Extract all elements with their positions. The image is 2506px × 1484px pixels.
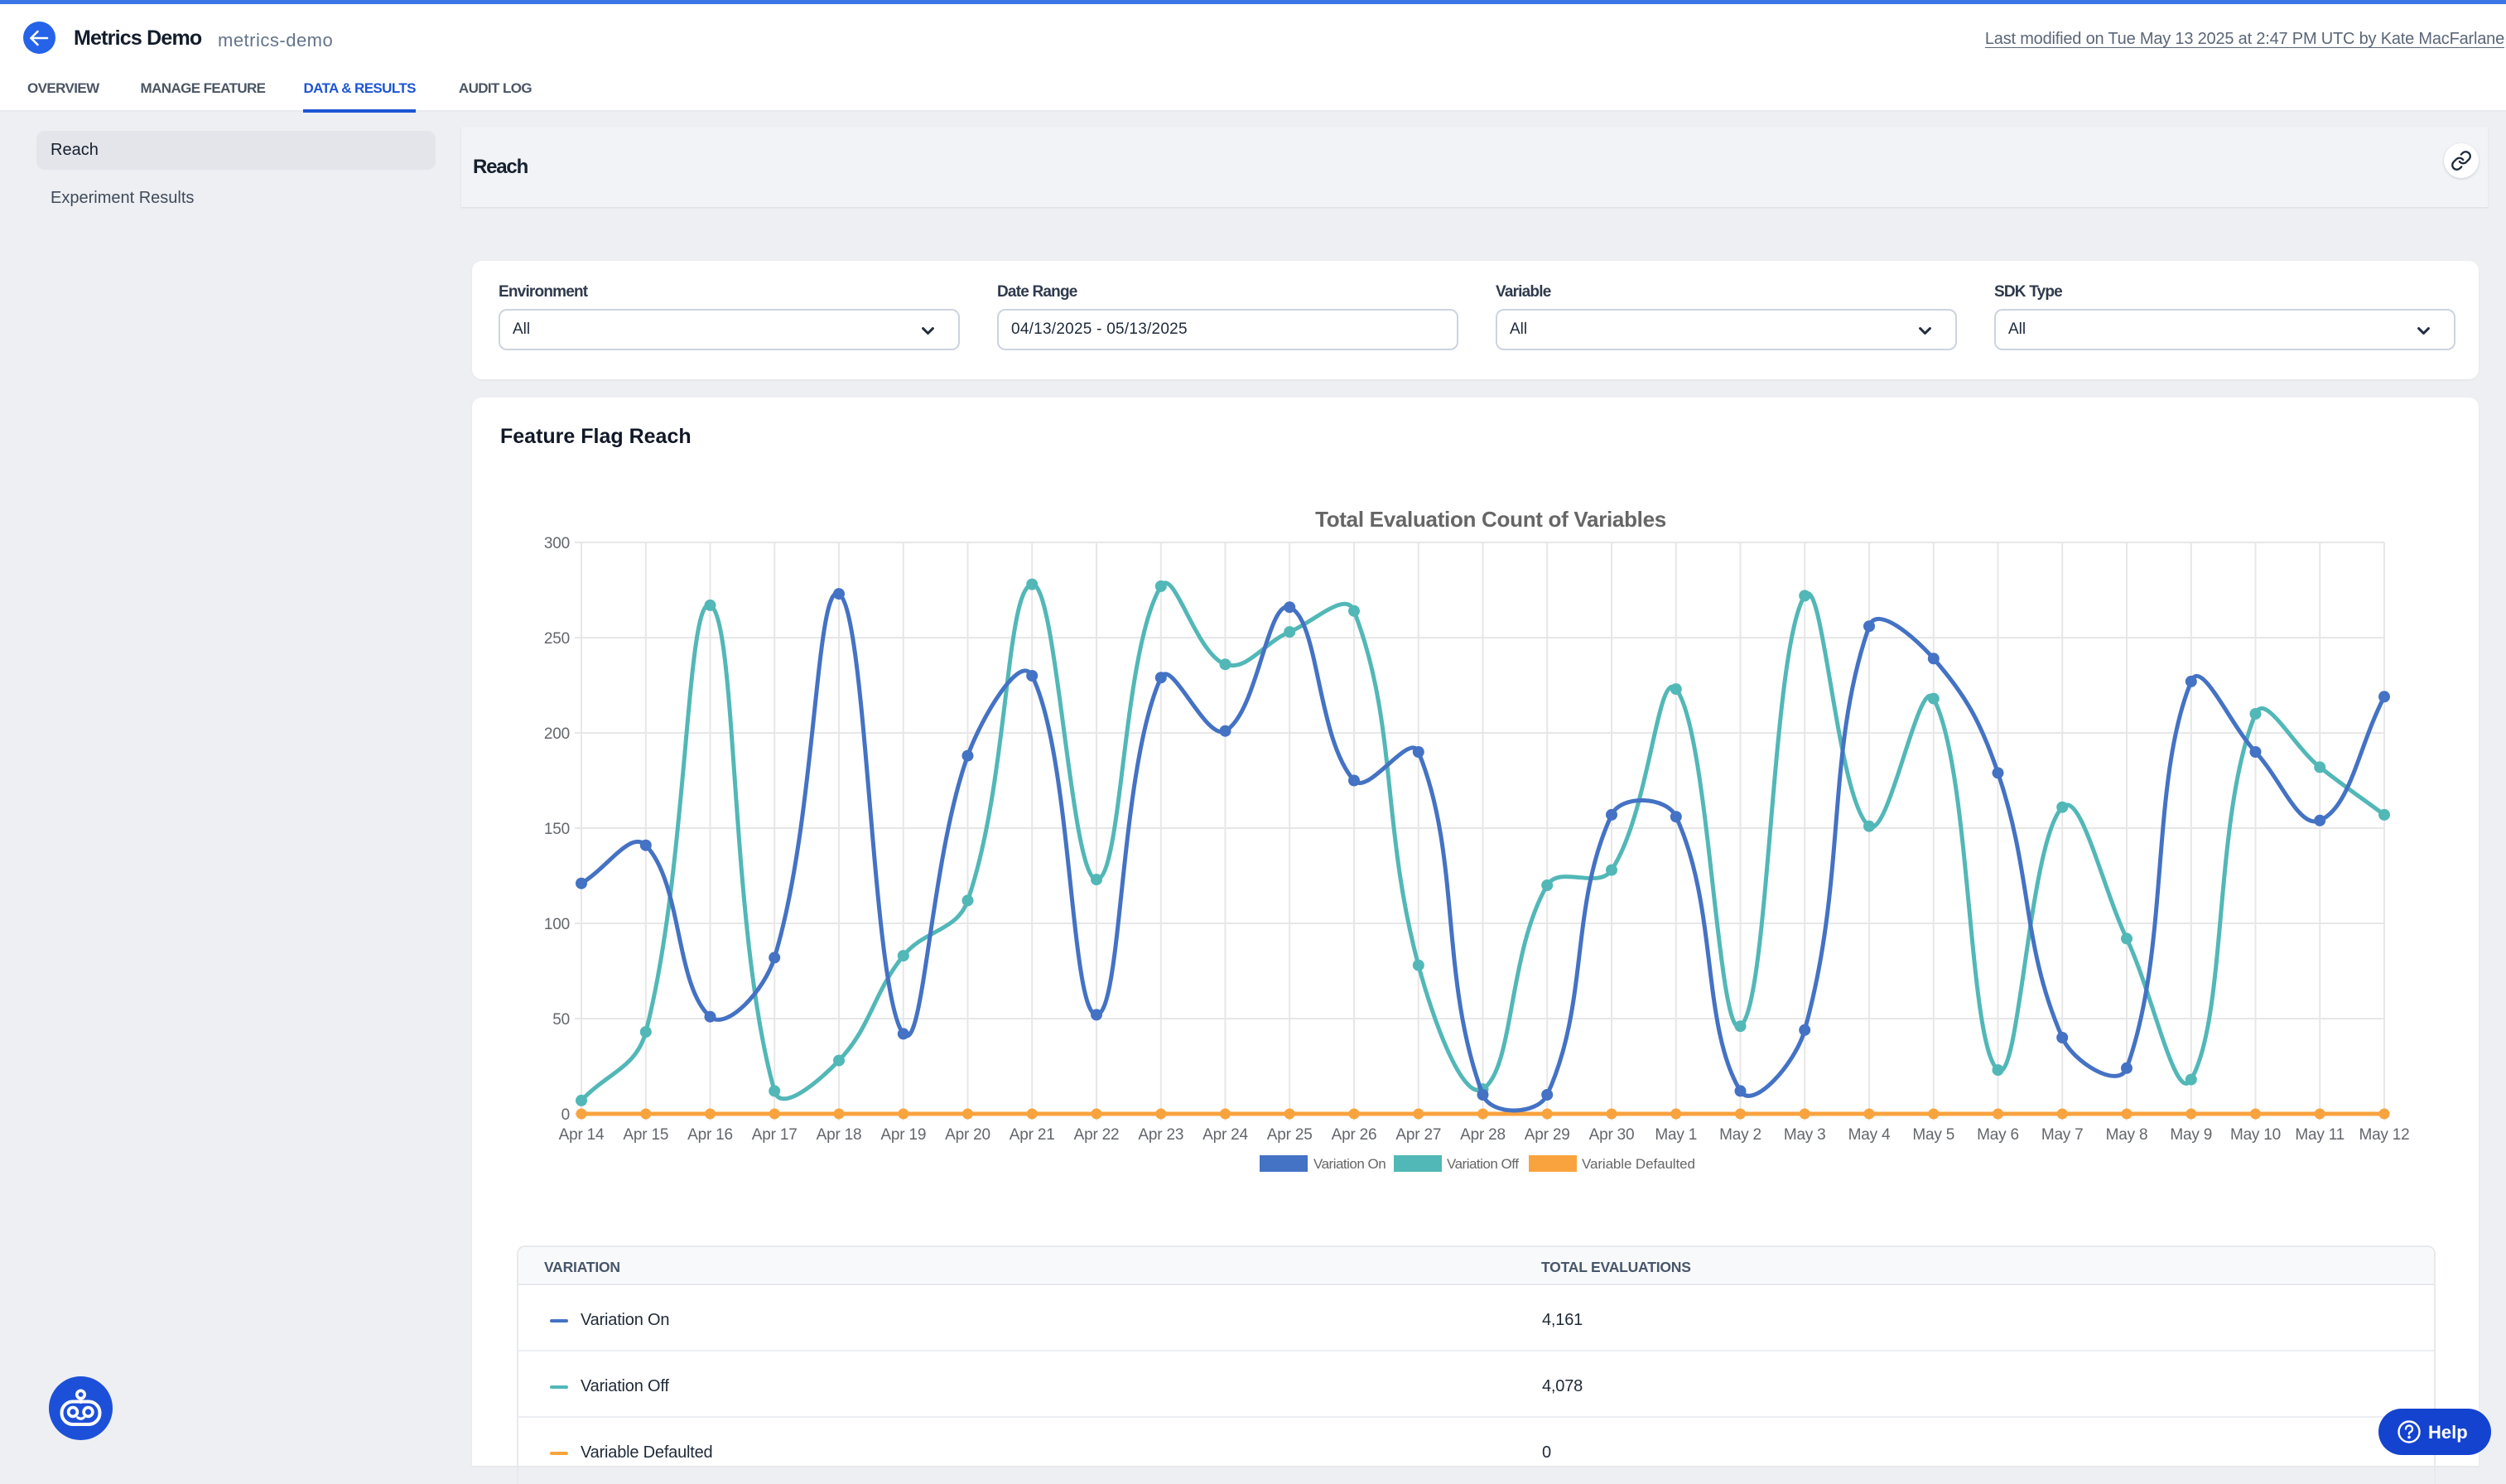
svg-text:Apr 20: Apr 20 [945,1126,990,1144]
svg-text:Apr 16: Apr 16 [687,1126,733,1144]
svg-text:Apr 15: Apr 15 [623,1126,668,1144]
svg-text:May 8: May 8 [2106,1126,2148,1144]
svg-text:Apr 28: Apr 28 [1460,1126,1506,1144]
svg-text:Apr 18: Apr 18 [817,1126,862,1144]
svg-text:Apr 14: Apr 14 [559,1126,605,1144]
svg-text:Variation Off: Variation Off [1447,1156,1519,1172]
svg-text:Apr 25: Apr 25 [1267,1126,1313,1144]
svg-text:Apr 29: Apr 29 [1525,1126,1570,1144]
svg-text:May 6: May 6 [1977,1126,2019,1144]
svg-text:May 10: May 10 [2230,1126,2281,1144]
svg-text:Apr 23: Apr 23 [1138,1126,1183,1144]
svg-text:May 5: May 5 [1912,1126,1954,1144]
svg-text:300: 300 [544,535,570,552]
svg-text:May 9: May 9 [2170,1126,2212,1144]
svg-text:May 3: May 3 [1784,1126,1826,1144]
svg-text:May 7: May 7 [2041,1126,2084,1144]
svg-text:May 12: May 12 [2359,1126,2409,1144]
svg-text:Apr 26: Apr 26 [1332,1126,1377,1144]
svg-text:250: 250 [544,630,570,648]
svg-text:Apr 21: Apr 21 [1010,1126,1055,1144]
svg-text:May 11: May 11 [2295,1126,2345,1144]
svg-text:Apr 22: Apr 22 [1074,1126,1120,1144]
svg-text:100: 100 [544,916,570,933]
svg-text:May 4: May 4 [1848,1126,1891,1144]
svg-text:50: 50 [552,1011,570,1029]
svg-text:0: 0 [561,1106,570,1124]
svg-text:Apr 19: Apr 19 [880,1126,926,1144]
svg-text:May 1: May 1 [1655,1126,1697,1144]
svg-text:200: 200 [544,725,570,743]
svg-text:150: 150 [544,821,570,838]
svg-text:May 2: May 2 [1719,1126,1761,1144]
svg-text:Apr 17: Apr 17 [752,1126,798,1144]
svg-text:Total Evaluation Count of Vari: Total Evaluation Count of Variables [1315,507,1666,532]
svg-text:Apr 27: Apr 27 [1395,1126,1441,1144]
svg-text:Apr 30: Apr 30 [1589,1126,1635,1144]
svg-text:Variable Defaulted: Variable Defaulted [1582,1156,1695,1172]
svg-text:Apr 24: Apr 24 [1202,1126,1248,1144]
svg-text:Variation On: Variation On [1313,1156,1386,1172]
